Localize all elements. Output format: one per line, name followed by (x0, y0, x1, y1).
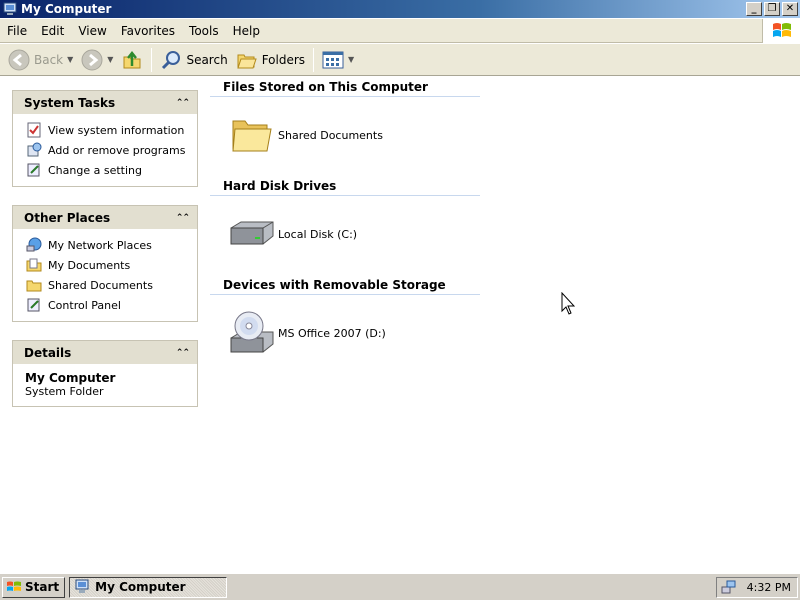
group-header-files-stored: Files Stored on This Computer (210, 79, 480, 97)
add-remove-programs-icon (25, 142, 43, 158)
group-header-hard-disk-drives: Hard Disk Drives (210, 178, 480, 196)
computer-icon (3, 2, 17, 15)
menu-help[interactable]: Help (226, 24, 267, 38)
search-label: Search (186, 52, 228, 67)
item-label: Local Disk (C:) (278, 227, 358, 241)
item-shared-documents[interactable]: Shared Documents (224, 112, 383, 158)
taskbar-button-label: My Computer (95, 580, 186, 594)
start-label: Start (25, 580, 60, 594)
window-title: My Computer (21, 2, 112, 16)
menu-edit[interactable]: Edit (34, 24, 71, 38)
other-places-title: Other Places (24, 210, 111, 225)
task-link-label: Change a setting (48, 163, 142, 177)
toolbar: Back ▼ ▼ Search Folders ▼ (0, 44, 800, 76)
minimize-button[interactable]: _ (746, 2, 762, 16)
system-tray: 4:32 PM (716, 576, 798, 598)
windows-flag-icon (7, 581, 21, 591)
collapse-chevron-icon[interactable]: ⌃⌃ (176, 98, 190, 108)
task-view-system-information[interactable]: View system information (25, 120, 197, 140)
item-label: MS Office 2007 (D:) (278, 326, 386, 340)
taskbar: Start My Computer 4:32 PM (0, 573, 800, 600)
up-folder-button[interactable] (117, 46, 147, 74)
up-folder-icon (123, 50, 141, 68)
folders-button[interactable]: Folders (232, 46, 309, 74)
windows-logo-icon (762, 18, 800, 43)
place-my-network-places[interactable]: My Network Places (25, 235, 197, 255)
item-label: Shared Documents (278, 128, 383, 142)
my-documents-icon (25, 257, 43, 273)
folders-icon (236, 54, 257, 68)
item-cd-drive-d[interactable]: MS Office 2007 (D:) (224, 310, 386, 356)
system-info-icon (25, 122, 43, 138)
views-dropdown-icon[interactable]: ▼ (348, 55, 354, 64)
toolbar-separator (313, 47, 315, 72)
system-tasks-header[interactable]: System Tasks ⌃⌃ (13, 91, 197, 114)
place-my-documents[interactable]: My Documents (25, 255, 197, 275)
clock[interactable]: 4:32 PM (747, 581, 791, 594)
taskbar-button-my-computer[interactable]: My Computer (69, 576, 228, 598)
toolbar-separator (151, 47, 153, 72)
close-button[interactable]: ✕ (782, 2, 798, 16)
views-icon (322, 51, 344, 68)
other-places-header[interactable]: Other Places ⌃⌃ (13, 206, 197, 229)
collapse-chevron-icon[interactable]: ⌃⌃ (176, 213, 190, 223)
place-shared-documents[interactable]: Shared Documents (25, 275, 197, 295)
menu-file[interactable]: File (0, 24, 34, 38)
folders-label: Folders (261, 52, 306, 67)
network-status-icon[interactable] (721, 579, 737, 595)
details-header[interactable]: Details ⌃⌃ (13, 341, 197, 364)
item-local-disk-c[interactable]: Local Disk (C:) (224, 211, 357, 257)
shared-folder-icon (25, 277, 43, 293)
task-add-remove-programs[interactable]: Add or remove programs (25, 140, 197, 160)
place-link-label: Control Panel (48, 298, 121, 312)
network-places-icon (25, 237, 43, 253)
task-pane: System Tasks ⌃⌃ View system information … (0, 77, 210, 572)
forward-dropdown-icon[interactable]: ▼ (107, 55, 113, 64)
search-icon (162, 50, 181, 69)
computer-icon (75, 579, 89, 593)
back-dropdown-icon[interactable]: ▼ (67, 55, 73, 64)
file-view: Files Stored on This Computer Shared Doc… (210, 77, 800, 572)
back-arrow-icon (8, 49, 30, 70)
details-panel: Details ⌃⌃ My Computer System Folder (12, 340, 198, 407)
back-label: Back (34, 52, 64, 67)
search-button[interactable]: Search (156, 46, 231, 74)
start-button[interactable]: Start (2, 576, 66, 598)
cd-drive-icon (224, 310, 278, 356)
control-panel-setting-icon (25, 162, 43, 178)
menu-view[interactable]: View (71, 24, 113, 38)
place-link-label: My Documents (48, 258, 131, 272)
place-link-label: Shared Documents (48, 278, 153, 292)
control-panel-icon (25, 297, 43, 313)
menu-tools[interactable]: Tools (182, 24, 226, 38)
menu-bar: File Edit View Favorites Tools Help (0, 18, 800, 43)
system-tasks-title: System Tasks (24, 95, 116, 110)
details-item-name: My Computer (25, 371, 116, 385)
details-title: Details (24, 345, 72, 360)
back-button[interactable]: Back ▼ (4, 46, 77, 74)
task-link-label: Add or remove programs (48, 143, 186, 157)
details-item-type: System Folder (25, 385, 104, 398)
hard-disk-icon (224, 211, 278, 257)
other-places-panel: Other Places ⌃⌃ My Network Places My Doc… (12, 205, 198, 322)
folder-icon (224, 112, 278, 158)
forward-button[interactable]: ▼ (77, 46, 117, 74)
views-button[interactable]: ▼ (318, 46, 358, 74)
title-bar[interactable]: My Computer _ ❐ ✕ (0, 0, 800, 18)
restore-button[interactable]: ❐ (764, 2, 780, 16)
system-tasks-panel: System Tasks ⌃⌃ View system information … (12, 90, 198, 187)
collapse-chevron-icon[interactable]: ⌃⌃ (176, 348, 190, 358)
task-link-label: View system information (48, 123, 185, 137)
place-control-panel[interactable]: Control Panel (25, 295, 197, 315)
place-link-label: My Network Places (48, 238, 152, 252)
task-change-setting[interactable]: Change a setting (25, 160, 197, 180)
menu-favorites[interactable]: Favorites (114, 24, 182, 38)
group-header-removable-storage: Devices with Removable Storage (210, 277, 480, 295)
forward-arrow-icon (81, 49, 103, 70)
mouse-cursor-icon (561, 292, 575, 315)
